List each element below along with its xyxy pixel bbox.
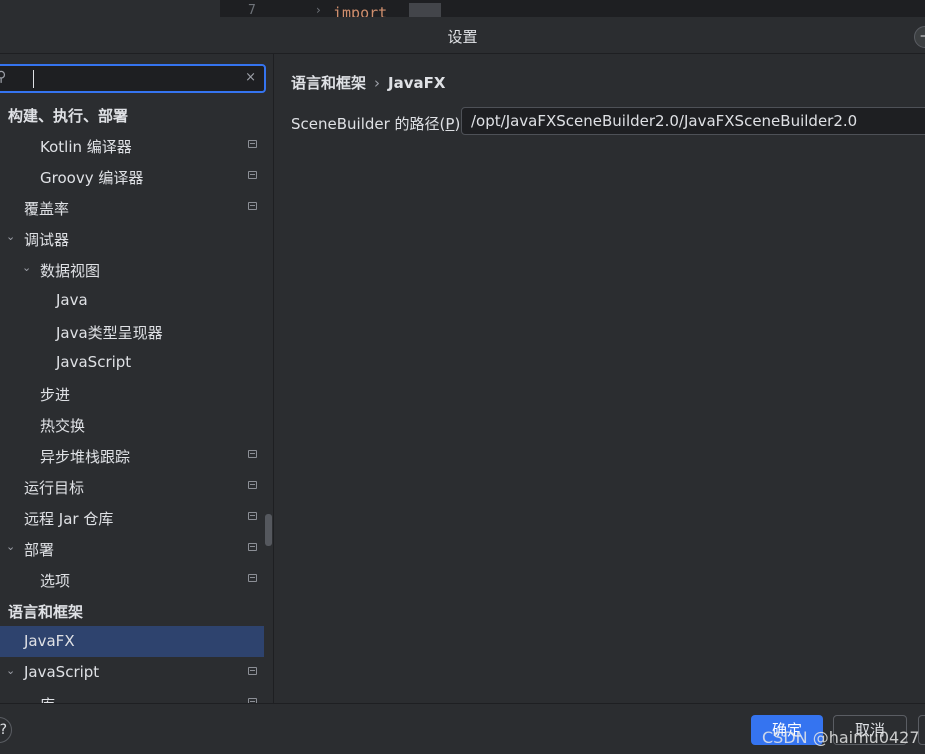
tree-item[interactable]: 远程 Jar 仓库: [0, 502, 264, 533]
tree-item[interactable]: ⌄ 调试器: [0, 223, 264, 254]
tree-item-label: 覆盖率: [24, 200, 70, 218]
chevron-down-icon[interactable]: ⌄: [22, 261, 31, 274]
watermark: CSDN @haimu0427: [762, 728, 920, 747]
background-editor: 7 › import: [0, 0, 925, 17]
breadcrumb-parent[interactable]: 语言和框架: [291, 74, 366, 92]
tree-item[interactable]: 异步堆栈跟踪: [0, 440, 264, 471]
project-level-icon: [248, 450, 257, 458]
tree-item-label: 语言和框架: [8, 603, 84, 621]
tree-item-label: 库: [40, 694, 55, 703]
tree-item-label: 热交换: [40, 417, 86, 435]
tree-item[interactable]: 库: [0, 688, 264, 703]
tree-item-label: JavaScript: [56, 353, 132, 371]
breadcrumb-separator-icon: ›: [374, 74, 381, 92]
tree-item[interactable]: Kotlin 编译器: [0, 130, 264, 161]
fold-icon: ›: [316, 3, 321, 17]
tree-item[interactable]: 覆盖率: [0, 192, 264, 223]
tree-item[interactable]: JavaFX: [0, 626, 264, 657]
tree-item-label: 步进: [40, 386, 71, 404]
sidebar-scrollbar[interactable]: [265, 514, 272, 546]
settings-tree: 构建、执行、部署 Kotlin 编译器 Groovy 编译器覆盖率 ⌄ 调试器 ⌄ 数据视图…: [0, 100, 264, 703]
project-level-icon: [248, 481, 257, 489]
text-caret: [33, 70, 34, 88]
tree-item[interactable]: 语言和框架: [0, 595, 264, 626]
tree-item[interactable]: 热交换: [0, 409, 264, 440]
project-level-icon: [248, 543, 257, 551]
tree-item-label: Java类型呈现器: [56, 324, 163, 342]
project-level-icon: [248, 171, 257, 179]
settings-search[interactable]: ⚲ ×: [0, 64, 266, 93]
tree-item[interactable]: 运行目标: [0, 471, 264, 502]
tree-item-label: Kotlin 编译器: [40, 138, 132, 156]
editor-gutter: [0, 0, 220, 17]
tree-item[interactable]: Java类型呈现器: [0, 316, 264, 347]
project-level-icon: [248, 574, 257, 582]
tree-item-label: Java: [56, 291, 88, 309]
editor-line-number: 7: [248, 3, 256, 17]
project-level-icon: [248, 667, 257, 675]
project-level-icon: [248, 202, 257, 210]
tree-item-label: 数据视图: [40, 262, 101, 280]
tree-item-label: Groovy 编译器: [40, 169, 144, 187]
tree-item[interactable]: Java: [0, 285, 264, 316]
dialog-title: 设置: [447, 28, 478, 46]
editor-highlight: [409, 3, 441, 17]
tree-item[interactable]: 选项: [0, 564, 264, 595]
help-button[interactable]: ?: [0, 717, 12, 743]
tree-item-label: 远程 Jar 仓库: [24, 510, 114, 528]
tree-item[interactable]: ⌄ 数据视图: [0, 254, 264, 285]
chevron-down-icon[interactable]: ⌄: [6, 664, 15, 677]
tree-item-label: 调试器: [24, 231, 70, 249]
tree-item[interactable]: JavaScript: [0, 347, 264, 378]
chevron-down-icon[interactable]: ⌄: [6, 540, 15, 553]
project-level-icon: [248, 512, 257, 520]
breadcrumb: 语言和框架 › JavaFX: [291, 72, 445, 93]
tree-item-label: JavaFX: [24, 632, 75, 650]
search-icon: ⚲: [0, 69, 6, 85]
tree-item-label: 异步堆栈跟踪: [40, 448, 131, 466]
scenebuilder-path-label: SceneBuilder 的路径(P):: [291, 113, 465, 134]
settings-sidebar: ⚲ × 构建、执行、部署Kotlin 编译器Groovy 编译器覆盖率⌄调试器⌄…: [0, 54, 274, 703]
project-level-icon: [248, 140, 257, 148]
tree-item[interactable]: ⌄ 部署: [0, 533, 264, 564]
breadcrumb-current: JavaFX: [388, 74, 446, 92]
chevron-down-icon[interactable]: ⌄: [6, 230, 15, 243]
tree-item-label: 构建、执行、部署: [8, 107, 129, 125]
tree-item-label: 运行目标: [24, 479, 85, 497]
tree-item-label: JavaScript: [24, 663, 100, 681]
tree-item-label: 选项: [40, 572, 71, 590]
editor-code-fragment: import: [333, 4, 388, 17]
settings-content: 语言和框架 › JavaFX SceneBuilder 的路径(P): /opt/J…: [275, 54, 925, 703]
dialog-titlebar: 设置 –: [0, 17, 925, 54]
dialog-footer: ? 确定 取消 CSDN @haimu0427: [0, 703, 925, 754]
tree-item-label: 部署: [24, 541, 55, 559]
clear-icon[interactable]: ×: [245, 70, 256, 85]
tree-item[interactable]: 构建、执行、部署: [0, 100, 264, 130]
search-input[interactable]: [36, 68, 226, 90]
tree-item[interactable]: 步进: [0, 378, 264, 409]
label-prefix: SceneBuilder 的路径(: [291, 115, 446, 133]
tree-item[interactable]: Groovy 编译器: [0, 161, 264, 192]
tree-item[interactable]: ⌄ JavaScript: [0, 657, 264, 688]
scenebuilder-path-field[interactable]: /opt/JavaFXSceneBuilder2.0/JavaFXSceneBu…: [461, 107, 925, 135]
